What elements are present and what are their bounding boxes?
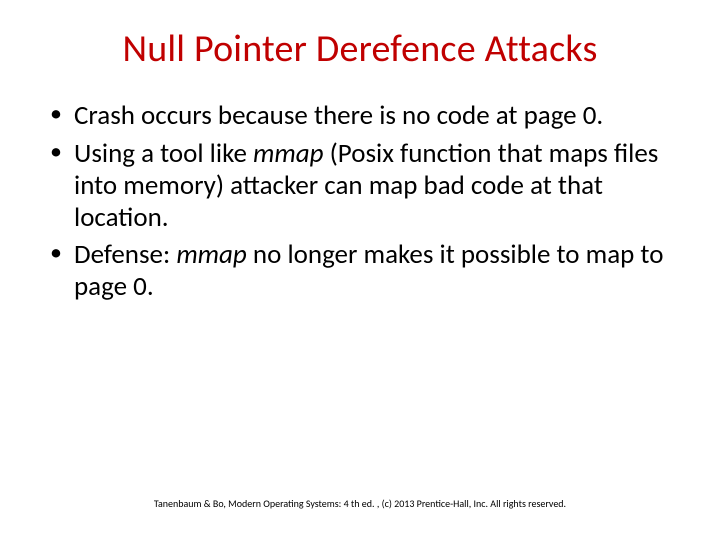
bullet-item: Crash occurs because there is no code at… (48, 100, 676, 132)
bullet-list: Crash occurs because there is no code at… (40, 100, 680, 303)
slide-title: Null Pointer Derefence Attacks (40, 26, 680, 72)
bullet-item: Defense: mmap no longer makes it possibl… (48, 239, 676, 303)
bullet-text-italic: mmap (176, 238, 246, 271)
bullet-text-pre: Using a tool like (74, 137, 253, 170)
bullet-text-italic: mmap (253, 137, 330, 170)
bullet-text-pre: Defense: (74, 238, 176, 271)
slide: Null Pointer Derefence Attacks Crash occ… (0, 0, 720, 540)
footer-citation: Tanenbaum & Bo, Modern Operating Systems… (0, 497, 720, 510)
bullet-item: Using a tool like mmap (Posix function t… (48, 138, 676, 234)
bullet-text-pre: Crash occurs because there is no code at… (74, 99, 603, 132)
